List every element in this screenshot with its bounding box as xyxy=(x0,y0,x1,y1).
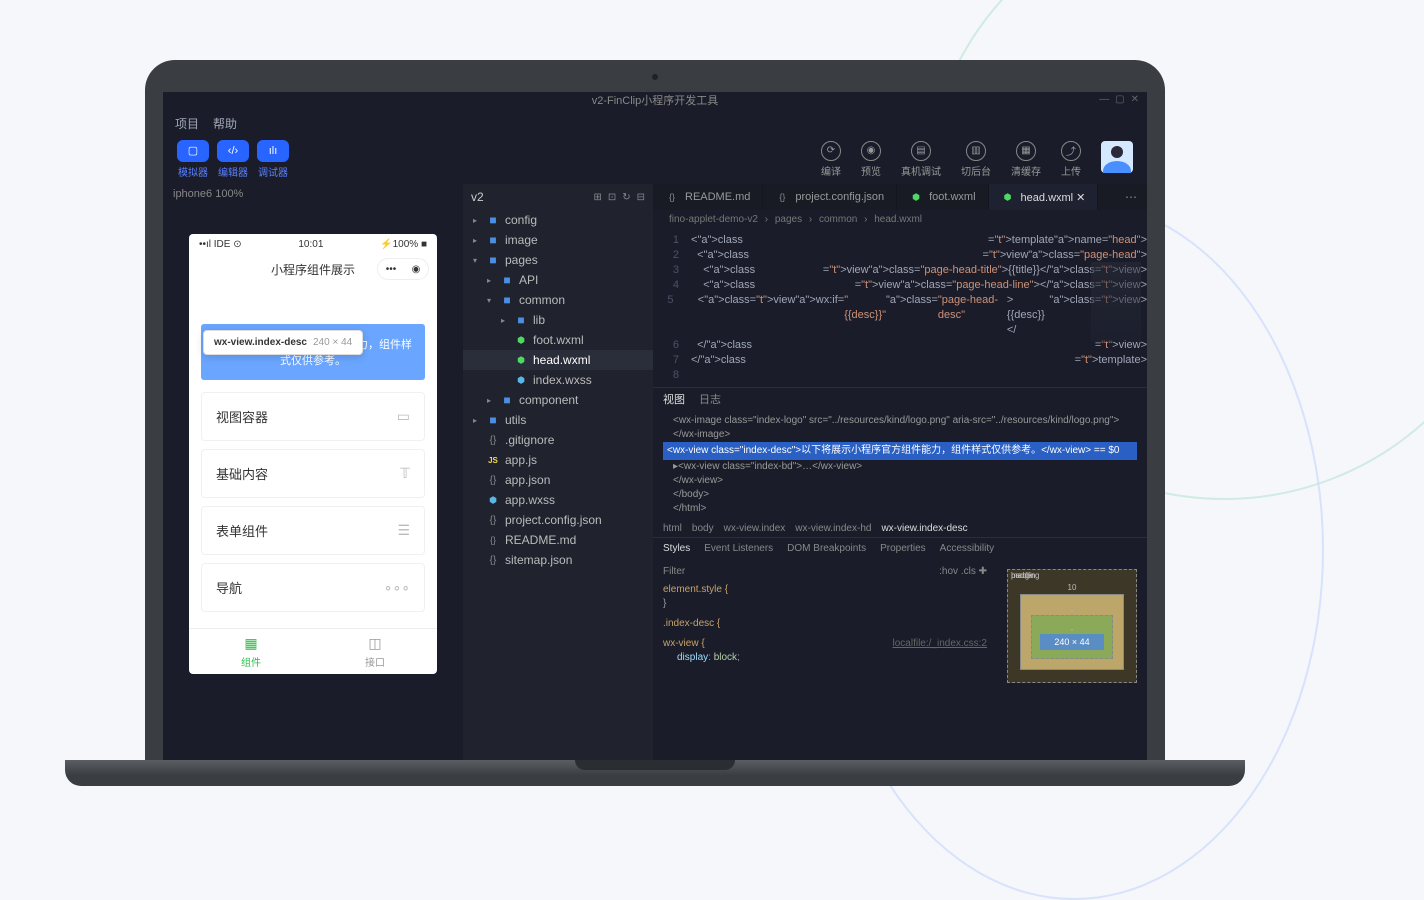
breadcrumb[interactable]: fino-applet-demo-v2 xyxy=(669,214,758,225)
code-line[interactable]: 8 xyxy=(653,368,1147,383)
code-line[interactable]: 5 <"a">class="t">view "a">wx:if="{{desc}… xyxy=(653,293,1147,338)
dom-crumb[interactable]: html xyxy=(663,523,682,534)
compile-icon[interactable]: ⟳ xyxy=(821,141,841,161)
list-item[interactable]: 视图容器▭ xyxy=(201,392,425,441)
tree-item[interactable]: ▾■pages xyxy=(463,250,653,270)
tree-item[interactable]: ▾■common xyxy=(463,290,653,310)
dom-node[interactable]: <wx-view class="index-desc">以下将展示小程序官方组件… xyxy=(663,442,1137,460)
dom-node[interactable]: <wx-image class="index-logo" src="../res… xyxy=(663,414,1137,442)
dom-node[interactable]: </body> xyxy=(663,488,1137,502)
tree-item[interactable]: ⬢app.wxss xyxy=(463,490,653,510)
tree-item[interactable]: JSapp.js xyxy=(463,450,653,470)
css-rule[interactable]: .index-desc {</span></div><div class="cs… xyxy=(663,617,987,631)
breadcrumb[interactable]: pages xyxy=(775,214,802,225)
styles-tab[interactable]: Properties xyxy=(880,543,926,554)
window-title: v2-FinClip小程序开发工具 xyxy=(592,95,719,107)
window-controls[interactable]: —▢✕ xyxy=(1099,94,1139,105)
filter-input[interactable]: Filter xyxy=(663,565,685,579)
breadcrumb[interactable]: head.wxml xyxy=(874,214,922,225)
tree-item[interactable]: ⬢foot.wxml xyxy=(463,330,653,350)
dom-crumb[interactable]: wx-view.index xyxy=(724,523,786,534)
tab-component[interactable]: ▦组件 xyxy=(189,629,313,674)
explorer-actions[interactable]: ⊞⊡↻⊟ xyxy=(593,192,645,203)
clear-icon[interactable]: ▦ xyxy=(1016,141,1036,161)
devtab-view[interactable]: 视图 xyxy=(663,391,685,407)
list-item[interactable]: 导航∘∘∘ xyxy=(201,563,425,612)
dom-crumb[interactable]: body xyxy=(692,523,714,534)
menu-help[interactable]: 帮助 xyxy=(213,115,237,132)
editor-tab[interactable]: {}README.md xyxy=(653,184,763,210)
laptop-frame: v2-FinClip小程序开发工具 —▢✕ 项目 帮助 ▢模拟器 ‹/›编辑器 … xyxy=(65,60,1245,805)
tree-item[interactable]: ▸■utils xyxy=(463,410,653,430)
dom-node[interactable]: </wx-view> xyxy=(663,474,1137,488)
list-item[interactable]: 基础内容𝕋 xyxy=(201,449,425,498)
tab-api[interactable]: ◫接口 xyxy=(313,629,437,674)
preview-icon[interactable]: ◉ xyxy=(861,141,881,161)
code-line[interactable]: 6 </"a">class="t">view> xyxy=(653,338,1147,353)
window-titlebar: v2-FinClip小程序开发工具 —▢✕ xyxy=(163,92,1147,112)
dom-crumb[interactable]: wx-view.index-desc xyxy=(881,523,967,534)
editor-tab[interactable]: ⬢head.wxml ✕ xyxy=(989,184,1099,210)
box-model: margin10 border- padding- 240 × 44 xyxy=(997,559,1147,760)
tree-item[interactable]: {}app.json xyxy=(463,470,653,490)
phone-mockup: ••ıl IDE ⊙ 10:01 ⚡100% ■ 小程序组件展示 •••◉ wx… xyxy=(189,234,437,674)
user-avatar[interactable] xyxy=(1101,141,1133,173)
code-line[interactable]: 2 <"a">class="t">view "a">class="page-he… xyxy=(653,248,1147,263)
tree-item[interactable]: {}project.config.json xyxy=(463,510,653,530)
styles-tab[interactable]: Styles xyxy=(663,543,690,554)
styles-tab[interactable]: Event Listeners xyxy=(704,543,773,554)
css-rule[interactable]: element.style {} xyxy=(663,583,987,611)
more-icon[interactable]: ⋯ xyxy=(1115,190,1147,204)
code-line[interactable]: 4 <"a">class="t">view "a">class="page-he… xyxy=(653,278,1147,293)
editor-tab[interactable]: ⬢foot.wxml xyxy=(897,184,988,210)
camera-dot xyxy=(652,74,658,80)
ide-screen: v2-FinClip小程序开发工具 —▢✕ 项目 帮助 ▢模拟器 ‹/›编辑器 … xyxy=(163,92,1147,760)
code-line[interactable]: 7</"a">class="t">template> xyxy=(653,353,1147,368)
simulator-toggle[interactable]: ▢ xyxy=(177,140,209,162)
tree-item[interactable]: ▸■lib xyxy=(463,310,653,330)
main-toolbar: ▢模拟器 ‹/›编辑器 ılı调试器 ⟳编译 ◉预览 ▤真机调试 ▥切后台 ▦清… xyxy=(163,134,1147,184)
editor-tab[interactable]: {}project.config.json xyxy=(763,184,897,210)
tree-item[interactable]: ⬢index.wxss xyxy=(463,370,653,390)
simulator-panel: iphone6 100% ••ıl IDE ⊙ 10:01 ⚡100% ■ 小程… xyxy=(163,184,463,760)
project-root[interactable]: v2 xyxy=(471,190,484,204)
debugger-toggle[interactable]: ılı xyxy=(257,140,289,162)
realdev-icon[interactable]: ▤ xyxy=(911,141,931,161)
tree-item[interactable]: {}README.md xyxy=(463,530,653,550)
battery-label: ⚡100% ■ xyxy=(380,239,427,250)
tree-item[interactable]: ▸■component xyxy=(463,390,653,410)
code-line[interactable]: 1<"a">class="t">template "a">name="head"… xyxy=(653,233,1147,248)
minimap[interactable] xyxy=(1091,262,1141,342)
dom-node[interactable]: </html> xyxy=(663,502,1137,516)
menu-project[interactable]: 项目 xyxy=(175,115,199,132)
tree-item[interactable]: ▸■image xyxy=(463,230,653,250)
tree-item[interactable]: {}.gitignore xyxy=(463,430,653,450)
tree-item[interactable]: {}sitemap.json xyxy=(463,550,653,570)
code-line[interactable]: 3 <"a">class="t">view "a">class="page-he… xyxy=(653,263,1147,278)
styles-tab[interactable]: DOM Breakpoints xyxy=(787,543,866,554)
filter-extras[interactable]: :hov .cls ✚ xyxy=(939,565,987,579)
capsule-button[interactable]: •••◉ xyxy=(377,258,429,280)
breadcrumb[interactable]: common xyxy=(819,214,857,225)
dom-node[interactable]: ▸<wx-view class="index-bd">…</wx-view> xyxy=(663,460,1137,474)
dom-crumb[interactable]: wx-view.index-hd xyxy=(795,523,871,534)
devtab-log[interactable]: 日志 xyxy=(699,391,721,407)
devtools-panel: 视图 日志 <wx-image class="index-logo" src="… xyxy=(653,387,1147,760)
tree-item[interactable]: ▸■config xyxy=(463,210,653,230)
time-label: 10:01 xyxy=(298,239,323,250)
upload-icon[interactable]: ⤴ xyxy=(1061,141,1081,161)
nav-title: 小程序组件展示 xyxy=(271,261,355,278)
list-item[interactable]: 表单组件☰ xyxy=(201,506,425,555)
editor-toggle[interactable]: ‹/› xyxy=(217,140,249,162)
signal-label: ••ıl IDE ⊙ xyxy=(199,239,242,250)
tree-item[interactable]: ▸■API xyxy=(463,270,653,290)
editor-panel: {}README.md{}project.config.json⬢foot.wx… xyxy=(653,184,1147,760)
device-info[interactable]: iphone6 100% xyxy=(163,184,463,204)
inspector-tooltip: wx-view.index-desc240 × 44 xyxy=(203,330,363,355)
styles-tab[interactable]: Accessibility xyxy=(940,543,994,554)
css-rule[interactable]: wx-view {localfile:/_index.css:2display:… xyxy=(663,637,987,665)
background-icon[interactable]: ▥ xyxy=(966,141,986,161)
tree-item[interactable]: ⬢head.wxml xyxy=(463,350,653,370)
file-explorer: v2 ⊞⊡↻⊟ ▸■config▸■image▾■pages▸■API▾■com… xyxy=(463,184,653,760)
